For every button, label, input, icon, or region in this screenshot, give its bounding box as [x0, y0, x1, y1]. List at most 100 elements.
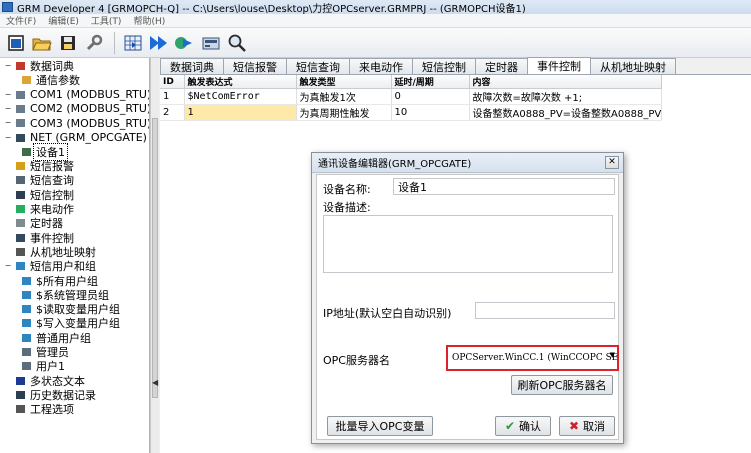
tree-expander-icon[interactable]: −	[4, 262, 12, 270]
save-icon[interactable]	[56, 31, 80, 55]
tab[interactable]: 数据词典	[160, 58, 224, 74]
tree-scrollbar[interactable]: ◀	[150, 58, 159, 453]
chevron-down-icon[interactable]: ▼	[610, 351, 615, 359]
tree-item[interactable]: 设备1	[18, 142, 68, 161]
envelope-icon	[14, 174, 26, 186]
cell-delay[interactable]: 10	[391, 104, 470, 121]
tree-item[interactable]: 通信参数	[18, 73, 82, 87]
tree-item[interactable]: 历史数据记录	[4, 388, 98, 402]
transfer-icon[interactable]	[173, 31, 197, 55]
cell-id[interactable]: 2	[160, 104, 185, 121]
tree-item[interactable]: 事件控制	[4, 231, 76, 245]
tree-item[interactable]: $所有用户组	[18, 274, 100, 288]
group-icon	[20, 275, 32, 286]
cell-expression[interactable]: $NetComError	[184, 88, 297, 105]
opc-server-select[interactable]: OPCServer.WinCC.1 (WinCCOPC SERVER) ▼	[446, 345, 619, 371]
cell-trigger-type[interactable]: 为真触发1次	[296, 88, 392, 105]
device-desc-label: 设备描述:	[323, 201, 371, 214]
port-icon	[14, 103, 26, 115]
column-header[interactable]: 延时/周期	[391, 75, 470, 89]
register-icon[interactable]	[199, 31, 223, 55]
tree-item[interactable]: − COM1 (MODBUS_RTU)	[4, 88, 149, 102]
tab[interactable]: 短信控制	[412, 58, 476, 74]
ip-input[interactable]	[475, 302, 615, 319]
tree-item-label: COM3 (MODBUS_RTU)	[30, 116, 150, 130]
toolbar	[0, 28, 751, 58]
new-icon[interactable]	[4, 31, 28, 55]
grid-icon[interactable]	[121, 31, 145, 55]
forward-icon[interactable]	[147, 31, 171, 55]
menu-edit[interactable]: 编辑(E)	[42, 14, 85, 27]
user-icon	[20, 346, 32, 358]
tree-item[interactable]: − 数据词典	[4, 59, 76, 73]
tree-expander-icon[interactable]: −	[4, 133, 12, 142]
tree-item[interactable]: − COM3 (MODBUS_RTU)	[4, 116, 150, 130]
tree-item[interactable]: 工程选项	[4, 402, 76, 416]
column-header[interactable]: 触发表达式	[184, 75, 297, 89]
tab[interactable]: 短信报警	[223, 58, 287, 74]
settings-wrench-icon[interactable]	[82, 31, 106, 55]
menu-file[interactable]: 文件(F)	[0, 14, 42, 27]
tree-item[interactable]: 短信控制	[4, 188, 76, 202]
tree-item[interactable]: 普通用户组	[18, 331, 93, 345]
tree-item[interactable]: 管理员	[18, 345, 71, 359]
search-icon[interactable]	[225, 31, 249, 55]
tree-expander-icon	[4, 176, 12, 184]
device-name-input[interactable]: 设备1	[393, 178, 615, 195]
cell-content[interactable]: 设备整数A0888_PV=设备整数A0888_PV	[469, 104, 663, 121]
tree-item[interactable]: 定时器	[4, 216, 65, 230]
table-row[interactable]: 2 1 为真周期性触发 10 设备整数A0888_PV=设备整数A0888_PV	[160, 104, 663, 121]
column-header[interactable]: 内容	[469, 75, 663, 89]
tree-expander-icon[interactable]: −	[4, 62, 12, 70]
tree-item[interactable]: $读取变量用户组	[18, 302, 122, 316]
menu-tools[interactable]: 工具(T)	[85, 14, 128, 27]
check-icon: ✔	[504, 419, 516, 433]
dialog-title-bar[interactable]: 通讯设备编辑器(GRM_OPCGATE) ✕	[312, 153, 623, 173]
tab[interactable]: 从机地址映射	[590, 58, 676, 74]
collapse-arrow-icon[interactable]: ◀	[152, 378, 158, 387]
tree-item[interactable]: $写入变量用户组	[18, 316, 122, 330]
menu-help[interactable]: 帮助(H)	[127, 14, 171, 27]
tree-item[interactable]: 短信报警	[4, 159, 76, 173]
column-header[interactable]: 触发类型	[296, 75, 392, 89]
tree-expander-icon[interactable]: −	[4, 104, 12, 113]
tree-item[interactable]: 多状态文本	[4, 374, 87, 388]
tree-item[interactable]: 短信查询	[4, 173, 76, 187]
device-desc-textarea[interactable]	[323, 215, 613, 273]
open-icon[interactable]	[30, 31, 54, 55]
tab-strip: 数据词典 短信报警 短信查询 来电动作 短信控制 定时器 事件控制 从机地址映射	[160, 57, 751, 75]
tab[interactable]: 定时器	[475, 58, 528, 74]
project-tree[interactable]: − 数据词典 通信参数 − COM1 (MODBUS_RTU) − COM2 (MODBUS…	[0, 58, 150, 453]
control-icon	[14, 189, 26, 201]
import-opc-button[interactable]: 批量导入OPC变量	[327, 416, 433, 436]
tree-item[interactable]: 从机地址映射	[4, 245, 98, 259]
cancel-label: 取消	[583, 420, 606, 433]
bell-icon	[14, 160, 26, 172]
scroll-thumb[interactable]	[152, 118, 158, 398]
tree-item[interactable]: 用户1	[18, 359, 67, 373]
tab[interactable]: 事件控制	[527, 57, 591, 74]
column-header[interactable]: ID	[160, 75, 185, 89]
tree-expander-icon[interactable]: −	[4, 90, 12, 99]
tree-item[interactable]: − NET (GRM_OPCGATE)	[4, 131, 149, 145]
tree-expander-icon[interactable]: −	[4, 119, 12, 127]
cell-delay[interactable]: 0	[391, 88, 470, 105]
cell-content[interactable]: 故障次数=故障次数 +1;	[469, 88, 663, 105]
dialog-close-button[interactable]: ✕	[605, 156, 619, 169]
tree-item[interactable]: 来电动作	[4, 202, 76, 216]
cell-id[interactable]: 1	[160, 88, 185, 105]
map-icon	[14, 246, 26, 258]
ok-button[interactable]: ✔ 确认	[495, 416, 551, 436]
tree-item[interactable]: − 短信用户和组	[4, 259, 98, 273]
tab[interactable]: 短信查询	[286, 58, 350, 74]
title-bar: GRM Developer 4 [GRMOPCH-Q] -- C:\Users\…	[0, 0, 751, 15]
cell-trigger-type[interactable]: 为真周期性触发	[296, 104, 392, 121]
table-row[interactable]: 1 $NetComError 为真触发1次 0 故障次数=故障次数 +1;	[160, 88, 663, 105]
cancel-button[interactable]: ✖ 取消	[559, 416, 615, 436]
options-icon	[14, 403, 26, 415]
cell-expression[interactable]: 1	[184, 104, 297, 121]
refresh-opc-button[interactable]: 刷新OPC服务器名	[511, 375, 613, 395]
tree-item[interactable]: − COM2 (MODBUS_RTU)	[4, 102, 149, 116]
tab[interactable]: 来电动作	[349, 58, 413, 74]
tree-item[interactable]: $系统管理员组	[18, 288, 111, 302]
